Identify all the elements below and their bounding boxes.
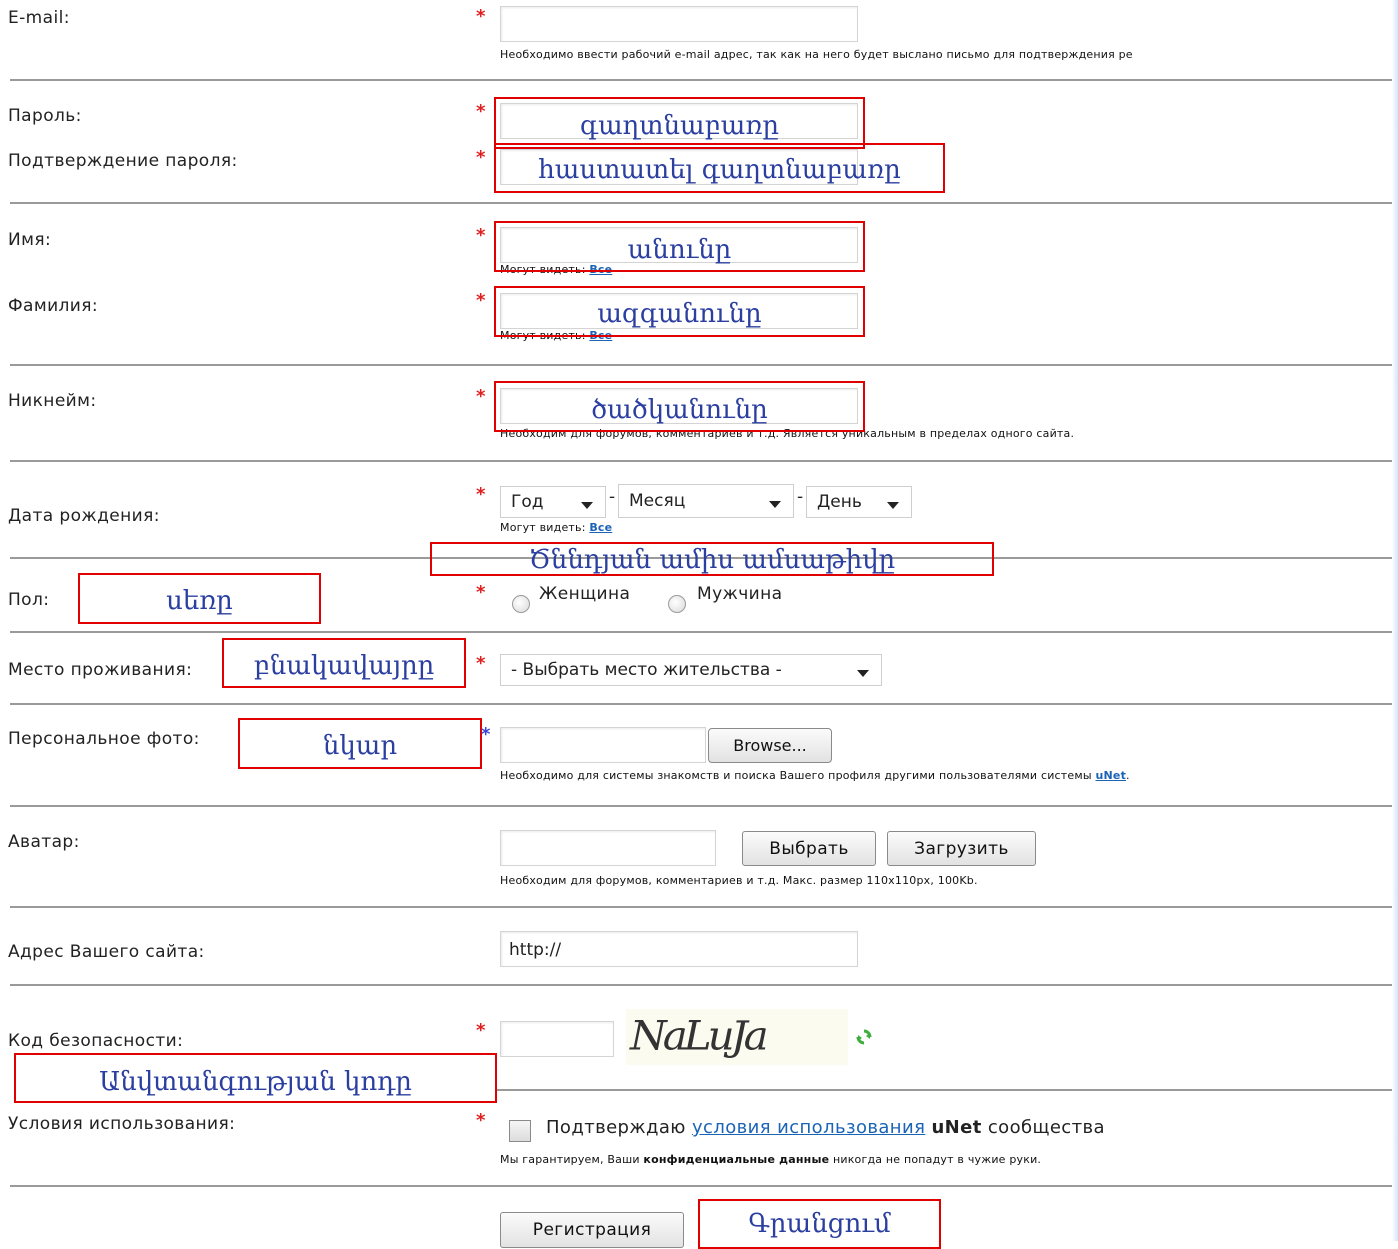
residence-select[interactable]: - Выбрать место жительства -	[500, 654, 882, 686]
unet-link[interactable]: uNet	[1095, 769, 1126, 782]
required-mark: *	[481, 724, 491, 745]
divider	[10, 703, 1392, 705]
password-label: Пароль:	[8, 106, 82, 126]
required-mark: *	[476, 147, 486, 168]
last-name-label: Фамилия:	[8, 296, 98, 316]
email-input[interactable]	[500, 6, 858, 42]
avatar-input[interactable]	[500, 830, 716, 866]
divider	[10, 460, 1392, 462]
birth-day-value: День	[817, 492, 862, 512]
residence-label: Место проживания:	[8, 660, 193, 680]
birth-year-value: Год	[511, 492, 544, 512]
birth-year-select[interactable]: Год	[500, 486, 606, 518]
birthdate-label: Дата рождения:	[8, 506, 160, 526]
captcha-annotation: Անվտանգության կոդը	[14, 1053, 497, 1103]
captcha-input[interactable]	[500, 1021, 614, 1057]
required-mark: *	[476, 484, 486, 505]
divider	[497, 1089, 1392, 1091]
required-mark: *	[476, 6, 486, 27]
photo-annotation: նկար	[238, 718, 482, 769]
required-mark: *	[476, 290, 486, 311]
residence-annotation: բնակավայրը	[222, 638, 466, 688]
website-label: Адрес Вашего сайта:	[8, 942, 205, 962]
terms-text: Подтверждаю условия использования uNet с…	[546, 1117, 1105, 1138]
photo-hint-suffix: .	[1126, 769, 1130, 782]
chevron-down-icon	[857, 670, 869, 677]
chevron-down-icon	[769, 501, 781, 508]
upload-avatar-button[interactable]: Загрузить	[887, 831, 1036, 866]
terms-link[interactable]: условия использования	[692, 1117, 925, 1138]
choose-avatar-button[interactable]: Выбрать	[742, 831, 876, 866]
photo-hint-text: Необходимо для системы знакомств и поиск…	[500, 769, 1092, 782]
divider	[10, 364, 1392, 366]
gender-female-label: Женщина	[539, 584, 631, 604]
visibility-link[interactable]: Все	[589, 521, 612, 534]
date-separator: -	[609, 487, 616, 507]
date-separator: -	[797, 487, 804, 507]
captcha-image: NaLuJa	[626, 1009, 848, 1065]
photo-file-path[interactable]	[500, 727, 706, 763]
avatar-label: Аватар:	[8, 832, 80, 852]
birth-day-select[interactable]: День	[806, 486, 912, 518]
birth-month-value: Месяц	[629, 491, 686, 511]
browse-button[interactable]: Browse...	[708, 728, 832, 763]
first-name-label: Имя:	[8, 230, 52, 250]
birthdate-annotation: Ծննդյան ամիս ամսաթիվը	[430, 542, 994, 576]
nickname-annotation: ծածկանունը	[494, 381, 865, 432]
refresh-icon[interactable]	[856, 1029, 872, 1045]
divider	[10, 631, 1392, 633]
required-mark: *	[476, 225, 486, 246]
required-mark: *	[476, 1110, 486, 1131]
divider	[10, 202, 1392, 204]
chevron-down-icon	[581, 502, 593, 509]
captcha-label: Код безопасности:	[8, 1031, 184, 1051]
photo-hint: Необходимо для системы знакомств и поиск…	[500, 769, 1130, 782]
password-annotation: գաղտնաբառը	[494, 97, 865, 149]
gender-label: Пол:	[8, 590, 50, 610]
divider	[10, 906, 1392, 908]
gender-male-label: Мужчина	[697, 584, 783, 604]
divider	[10, 805, 1392, 807]
chevron-down-icon	[887, 502, 899, 509]
birthdate-visibility: Могут видеть: Все	[500, 521, 612, 534]
window-edge	[1392, 0, 1398, 1241]
terms-prefix: Подтверждаю	[546, 1117, 686, 1138]
nickname-label: Никнейм:	[8, 391, 97, 411]
birth-month-select[interactable]: Месяц	[618, 484, 794, 518]
gender-female-radio[interactable]	[512, 595, 530, 613]
register-button[interactable]: Регистрация	[500, 1212, 684, 1248]
divider	[10, 984, 1392, 986]
password-confirm-label: Подтверждение пароля:	[8, 151, 238, 171]
gender-male-radio[interactable]	[668, 595, 686, 613]
divider	[10, 79, 1392, 81]
terms-suffix: сообщества	[987, 1117, 1105, 1138]
terms-label: Условия использования:	[8, 1114, 236, 1134]
residence-value: - Выбрать место жительства -	[511, 660, 782, 680]
required-mark: *	[476, 101, 486, 122]
last-name-annotation: ազգանունը	[494, 286, 865, 337]
privacy-note: Мы гарантируем, Ваши конфиденциальные да…	[500, 1153, 1041, 1166]
password-confirm-annotation: հաստատել գաղտնաբառը	[494, 143, 945, 193]
required-mark: *	[476, 386, 486, 407]
terms-brand: uNet	[931, 1117, 982, 1138]
privacy-bold: конфиденциальные данные	[643, 1153, 830, 1166]
terms-checkbox[interactable]	[509, 1120, 531, 1142]
email-label: E-mail:	[8, 8, 70, 28]
required-mark: *	[476, 582, 486, 603]
privacy-suffix: никогда не попадут в чужие руки.	[832, 1153, 1042, 1166]
register-annotation: Գրանցում	[698, 1199, 941, 1249]
required-mark: *	[476, 653, 486, 674]
required-mark: *	[476, 1020, 486, 1041]
visibility-prefix: Могут видеть:	[500, 521, 586, 534]
website-input[interactable]: http://	[500, 931, 858, 967]
privacy-prefix: Мы гарантируем, Ваши	[500, 1153, 640, 1166]
photo-label: Персональное фото:	[8, 729, 200, 749]
captcha-text: NaLuJa	[630, 1012, 769, 1059]
email-hint: Необходимо ввести рабочий e-mail адрес, …	[500, 48, 1133, 61]
avatar-hint: Необходим для форумов, комментариев и т.…	[500, 874, 978, 887]
first-name-annotation: անունը	[494, 221, 865, 272]
gender-annotation: սեռը	[78, 573, 321, 624]
divider	[10, 1185, 1392, 1187]
